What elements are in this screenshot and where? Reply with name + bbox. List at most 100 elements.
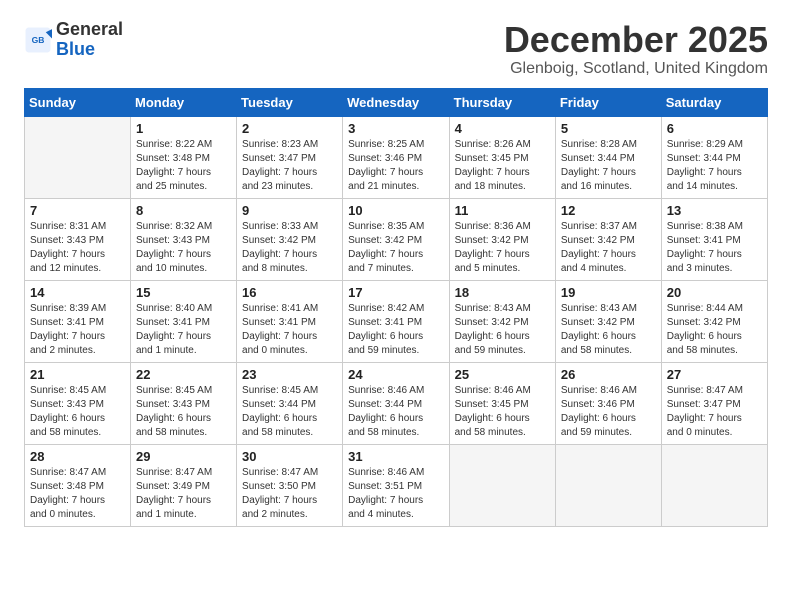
calendar-cell: 24 Sunrise: 8:46 AM Sunset: 3:44 PM Dayli… [343, 362, 449, 444]
calendar-week-4: 21 Sunrise: 8:45 AM Sunset: 3:43 PM Dayli… [25, 362, 768, 444]
calendar-cell: 31 Sunrise: 8:46 AM Sunset: 3:51 PM Dayli… [343, 444, 449, 526]
calendar-cell: 26 Sunrise: 8:46 AM Sunset: 3:46 PM Dayli… [555, 362, 661, 444]
day-number: 26 [561, 367, 656, 382]
calendar-week-1: 1Sunrise: 8:22 AM Sunset: 3:48 PM Daylig… [25, 116, 768, 198]
day-info: Sunrise: 8:46 AM Sunset: 3:51 PM Dayligh… [348, 466, 443, 522]
day-info: Sunrise: 8:46 AM Sunset: 3:44 PM Dayligh… [348, 384, 443, 440]
day-info: Sunrise: 8:39 AM Sunset: 3:41 PM Dayligh… [30, 302, 125, 358]
day-info: Sunrise: 8:44 AM Sunset: 3:42 PM Dayligh… [667, 302, 762, 358]
day-info: Sunrise: 8:42 AM Sunset: 3:41 PM Dayligh… [348, 302, 443, 358]
day-number: 21 [30, 367, 125, 382]
calendar-cell: 29 Sunrise: 8:47 AM Sunset: 3:49 PM Dayli… [131, 444, 237, 526]
calendar-cell: 30 Sunrise: 8:47 AM Sunset: 3:50 PM Dayli… [237, 444, 343, 526]
day-info: Sunrise: 8:29 AM Sunset: 3:44 PM Dayligh… [667, 138, 762, 194]
day-number: 4 [455, 121, 550, 136]
calendar-cell: 17 Sunrise: 8:42 AM Sunset: 3:41 PM Dayli… [343, 280, 449, 362]
day-number: 22 [136, 367, 231, 382]
calendar-cell: 18Sunrise: 8:43 AM Sunset: 3:42 PM Dayli… [449, 280, 555, 362]
calendar-title: December 2025 [504, 20, 768, 60]
calendar-cell: 15Sunrise: 8:40 AM Sunset: 3:41 PM Dayli… [131, 280, 237, 362]
day-number: 29 [136, 449, 231, 464]
calendar-cell: 5 Sunrise: 8:28 AM Sunset: 3:44 PM Daylig… [555, 116, 661, 198]
calendar-cell: 7 Sunrise: 8:31 AM Sunset: 3:43 PM Daylig… [25, 198, 131, 280]
day-info: Sunrise: 8:45 AM Sunset: 3:43 PM Dayligh… [30, 384, 125, 440]
day-number: 7 [30, 203, 125, 218]
day-number: 9 [242, 203, 337, 218]
day-info: Sunrise: 8:45 AM Sunset: 3:44 PM Dayligh… [242, 384, 337, 440]
day-number: 17 [348, 285, 443, 300]
calendar-cell: 9 Sunrise: 8:33 AM Sunset: 3:42 PM Daylig… [237, 198, 343, 280]
col-header-monday: Monday [131, 88, 237, 116]
calendar-table: SundayMondayTuesdayWednesdayThursdayFrid… [24, 88, 768, 527]
day-number: 5 [561, 121, 656, 136]
calendar-cell: 4Sunrise: 8:26 AM Sunset: 3:45 PM Daylig… [449, 116, 555, 198]
day-info: Sunrise: 8:43 AM Sunset: 3:42 PM Dayligh… [455, 302, 550, 358]
calendar-cell: 25 Sunrise: 8:46 AM Sunset: 3:45 PM Dayli… [449, 362, 555, 444]
calendar-cell: 10Sunrise: 8:35 AM Sunset: 3:42 PM Dayli… [343, 198, 449, 280]
day-info: Sunrise: 8:43 AM Sunset: 3:42 PM Dayligh… [561, 302, 656, 358]
day-number: 8 [136, 203, 231, 218]
day-number: 27 [667, 367, 762, 382]
calendar-cell: 12Sunrise: 8:37 AM Sunset: 3:42 PM Dayli… [555, 198, 661, 280]
calendar-cell: 2 Sunrise: 8:23 AM Sunset: 3:47 PM Daylig… [237, 116, 343, 198]
calendar-cell: 3Sunrise: 8:25 AM Sunset: 3:46 PM Daylig… [343, 116, 449, 198]
svg-text:GB: GB [32, 35, 45, 45]
calendar-cell [661, 444, 767, 526]
calendar-cell: 8Sunrise: 8:32 AM Sunset: 3:43 PM Daylig… [131, 198, 237, 280]
day-info: Sunrise: 8:35 AM Sunset: 3:42 PM Dayligh… [348, 220, 443, 276]
day-number: 6 [667, 121, 762, 136]
calendar-week-3: 14 Sunrise: 8:39 AM Sunset: 3:41 PM Dayli… [25, 280, 768, 362]
day-info: Sunrise: 8:38 AM Sunset: 3:41 PM Dayligh… [667, 220, 762, 276]
calendar-week-2: 7 Sunrise: 8:31 AM Sunset: 3:43 PM Daylig… [25, 198, 768, 280]
day-number: 2 [242, 121, 337, 136]
day-info: Sunrise: 8:41 AM Sunset: 3:41 PM Dayligh… [242, 302, 337, 358]
col-header-sunday: Sunday [25, 88, 131, 116]
col-header-wednesday: Wednesday [343, 88, 449, 116]
calendar-cell: 27Sunrise: 8:47 AM Sunset: 3:47 PM Dayli… [661, 362, 767, 444]
day-number: 23 [242, 367, 337, 382]
logo: GB General Blue [24, 20, 123, 60]
calendar-cell: 19 Sunrise: 8:43 AM Sunset: 3:42 PM Dayli… [555, 280, 661, 362]
calendar-cell: 16 Sunrise: 8:41 AM Sunset: 3:41 PM Dayli… [237, 280, 343, 362]
day-info: Sunrise: 8:47 AM Sunset: 3:49 PM Dayligh… [136, 466, 231, 522]
day-number: 19 [561, 285, 656, 300]
logo-general: General [56, 19, 123, 39]
day-info: Sunrise: 8:40 AM Sunset: 3:41 PM Dayligh… [136, 302, 231, 358]
day-info: Sunrise: 8:22 AM Sunset: 3:48 PM Dayligh… [136, 138, 231, 194]
calendar-cell: 22 Sunrise: 8:45 AM Sunset: 3:43 PM Dayli… [131, 362, 237, 444]
title-area: December 2025 Glenboig, Scotland, United… [504, 20, 768, 78]
day-number: 11 [455, 203, 550, 218]
calendar-cell: 23 Sunrise: 8:45 AM Sunset: 3:44 PM Dayli… [237, 362, 343, 444]
calendar-cell: 1Sunrise: 8:22 AM Sunset: 3:48 PM Daylig… [131, 116, 237, 198]
calendar-cell [25, 116, 131, 198]
col-header-tuesday: Tuesday [237, 88, 343, 116]
day-number: 14 [30, 285, 125, 300]
day-number: 16 [242, 285, 337, 300]
day-info: Sunrise: 8:31 AM Sunset: 3:43 PM Dayligh… [30, 220, 125, 276]
day-number: 31 [348, 449, 443, 464]
day-number: 12 [561, 203, 656, 218]
calendar-header-row: SundayMondayTuesdayWednesdayThursdayFrid… [25, 88, 768, 116]
day-info: Sunrise: 8:45 AM Sunset: 3:43 PM Dayligh… [136, 384, 231, 440]
day-number: 24 [348, 367, 443, 382]
day-info: Sunrise: 8:36 AM Sunset: 3:42 PM Dayligh… [455, 220, 550, 276]
calendar-cell: 20 Sunrise: 8:44 AM Sunset: 3:42 PM Dayli… [661, 280, 767, 362]
logo-icon: GB [24, 26, 52, 54]
calendar-cell: 13Sunrise: 8:38 AM Sunset: 3:41 PM Dayli… [661, 198, 767, 280]
col-header-friday: Friday [555, 88, 661, 116]
day-info: Sunrise: 8:25 AM Sunset: 3:46 PM Dayligh… [348, 138, 443, 194]
calendar-cell: 28Sunrise: 8:47 AM Sunset: 3:48 PM Dayli… [25, 444, 131, 526]
day-info: Sunrise: 8:46 AM Sunset: 3:45 PM Dayligh… [455, 384, 550, 440]
day-info: Sunrise: 8:28 AM Sunset: 3:44 PM Dayligh… [561, 138, 656, 194]
day-number: 20 [667, 285, 762, 300]
day-info: Sunrise: 8:47 AM Sunset: 3:50 PM Dayligh… [242, 466, 337, 522]
col-header-saturday: Saturday [661, 88, 767, 116]
day-info: Sunrise: 8:33 AM Sunset: 3:42 PM Dayligh… [242, 220, 337, 276]
calendar-cell [555, 444, 661, 526]
day-number: 30 [242, 449, 337, 464]
day-info: Sunrise: 8:46 AM Sunset: 3:46 PM Dayligh… [561, 384, 656, 440]
logo-blue: Blue [56, 39, 95, 59]
day-info: Sunrise: 8:23 AM Sunset: 3:47 PM Dayligh… [242, 138, 337, 194]
calendar-week-5: 28Sunrise: 8:47 AM Sunset: 3:48 PM Dayli… [25, 444, 768, 526]
day-number: 25 [455, 367, 550, 382]
